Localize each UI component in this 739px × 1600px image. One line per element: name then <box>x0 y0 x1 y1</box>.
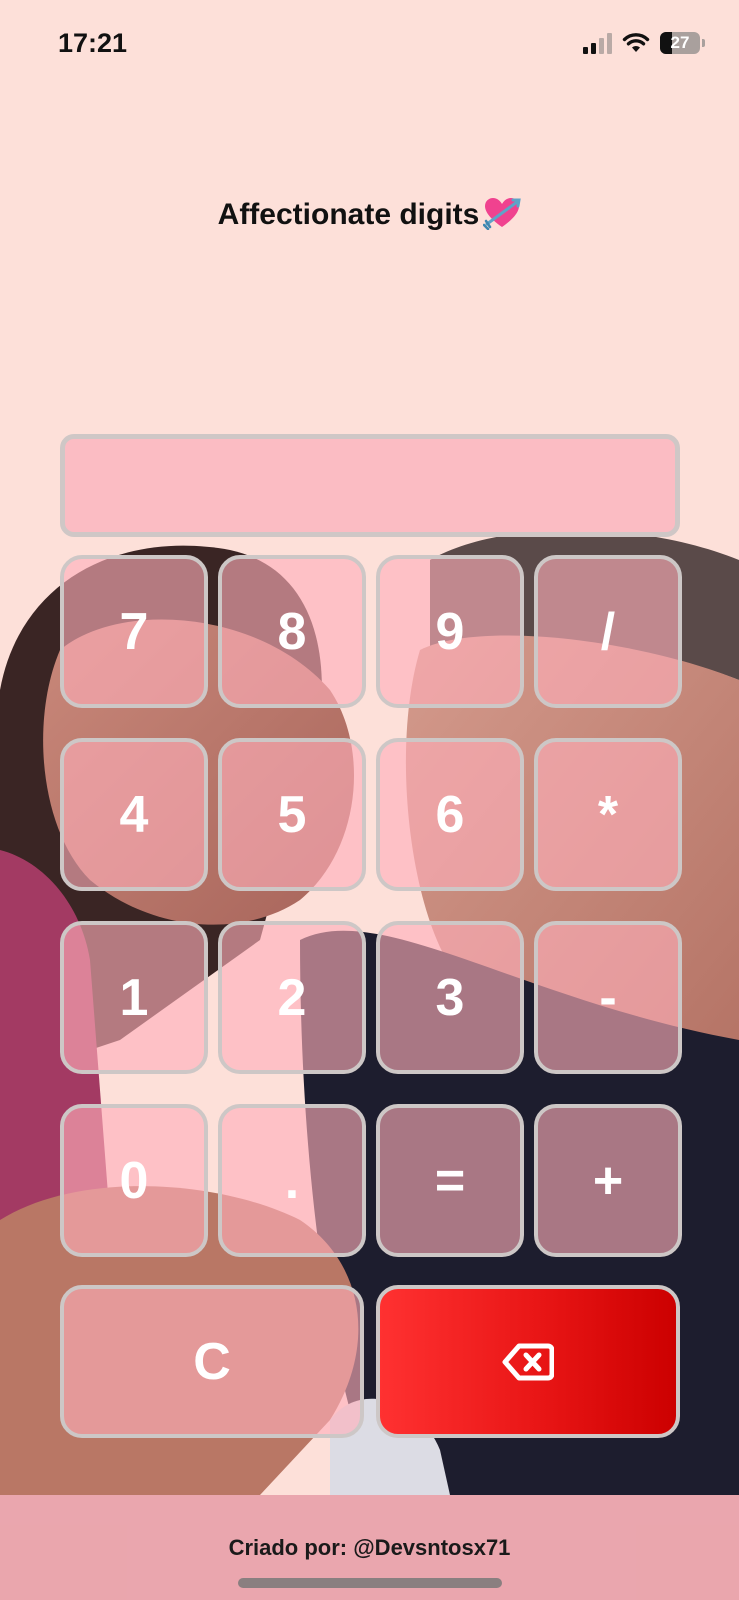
key-digit-0-button[interactable]: 0 <box>60 1104 208 1257</box>
key-decimal-label: . <box>284 1151 300 1210</box>
key-digit-9-label: 9 <box>435 602 465 661</box>
key-divide-label: / <box>600 602 616 661</box>
app-title-text: Affectionate digits <box>217 198 480 231</box>
battery-icon: 27 <box>660 32 700 54</box>
clear-button[interactable]: C <box>60 1285 364 1438</box>
key-digit-2-label: 2 <box>277 968 307 1027</box>
key-digit-5-label: 5 <box>277 785 307 844</box>
key-add-label: + <box>592 1151 624 1210</box>
key-digit-1-label: 1 <box>119 968 149 1027</box>
key-digit-3-button[interactable]: 3 <box>376 921 524 1074</box>
app-title: Affectionate digits <box>0 196 739 232</box>
wifi-icon <box>622 33 650 52</box>
key-digit-9-button[interactable]: 9 <box>376 555 524 708</box>
footer-credit: Criado por: @Devsntosx71 <box>228 1535 511 1560</box>
key-digit-8-button[interactable]: 8 <box>218 555 366 708</box>
home-indicator[interactable] <box>238 1578 502 1588</box>
key-digit-6-label: 6 <box>435 785 465 844</box>
key-digit-6-button[interactable]: 6 <box>376 738 524 891</box>
key-digit-1-button[interactable]: 1 <box>60 921 208 1074</box>
status-time: 17:21 <box>58 28 128 58</box>
key-decimal-button[interactable]: . <box>218 1104 366 1257</box>
key-digit-5-button[interactable]: 5 <box>218 738 366 891</box>
key-digit-0-label: 0 <box>119 1151 149 1210</box>
key-add-button[interactable]: + <box>534 1104 682 1257</box>
key-subtract-label: - <box>599 968 617 1027</box>
battery-level: 27 <box>670 33 690 52</box>
key-digit-7-label: 7 <box>119 602 149 661</box>
battery-tip <box>702 39 705 47</box>
calculator-display <box>60 434 680 537</box>
backspace-icon <box>502 1343 554 1380</box>
status-bar: 17:21 27 <box>0 0 739 90</box>
heart-with-arrow-icon <box>483 198 522 230</box>
key-equals-button[interactable]: = <box>376 1104 524 1257</box>
key-subtract-button[interactable]: - <box>534 921 682 1074</box>
cellular-signal-icon <box>583 32 612 54</box>
key-digit-3-label: 3 <box>435 968 465 1027</box>
key-digit-4-label: 4 <box>119 785 149 844</box>
key-equals-label: = <box>434 1151 466 1210</box>
status-icons: 27 <box>583 32 705 54</box>
key-multiply-button[interactable]: * <box>534 738 682 891</box>
clear-button-label: C <box>193 1332 231 1391</box>
key-digit-4-button[interactable]: 4 <box>60 738 208 891</box>
key-digit-8-label: 8 <box>277 602 307 661</box>
key-divide-button[interactable]: / <box>534 555 682 708</box>
backspace-button[interactable] <box>376 1285 680 1438</box>
key-digit-7-button[interactable]: 7 <box>60 555 208 708</box>
key-multiply-label: * <box>597 785 619 844</box>
key-digit-2-button[interactable]: 2 <box>218 921 366 1074</box>
